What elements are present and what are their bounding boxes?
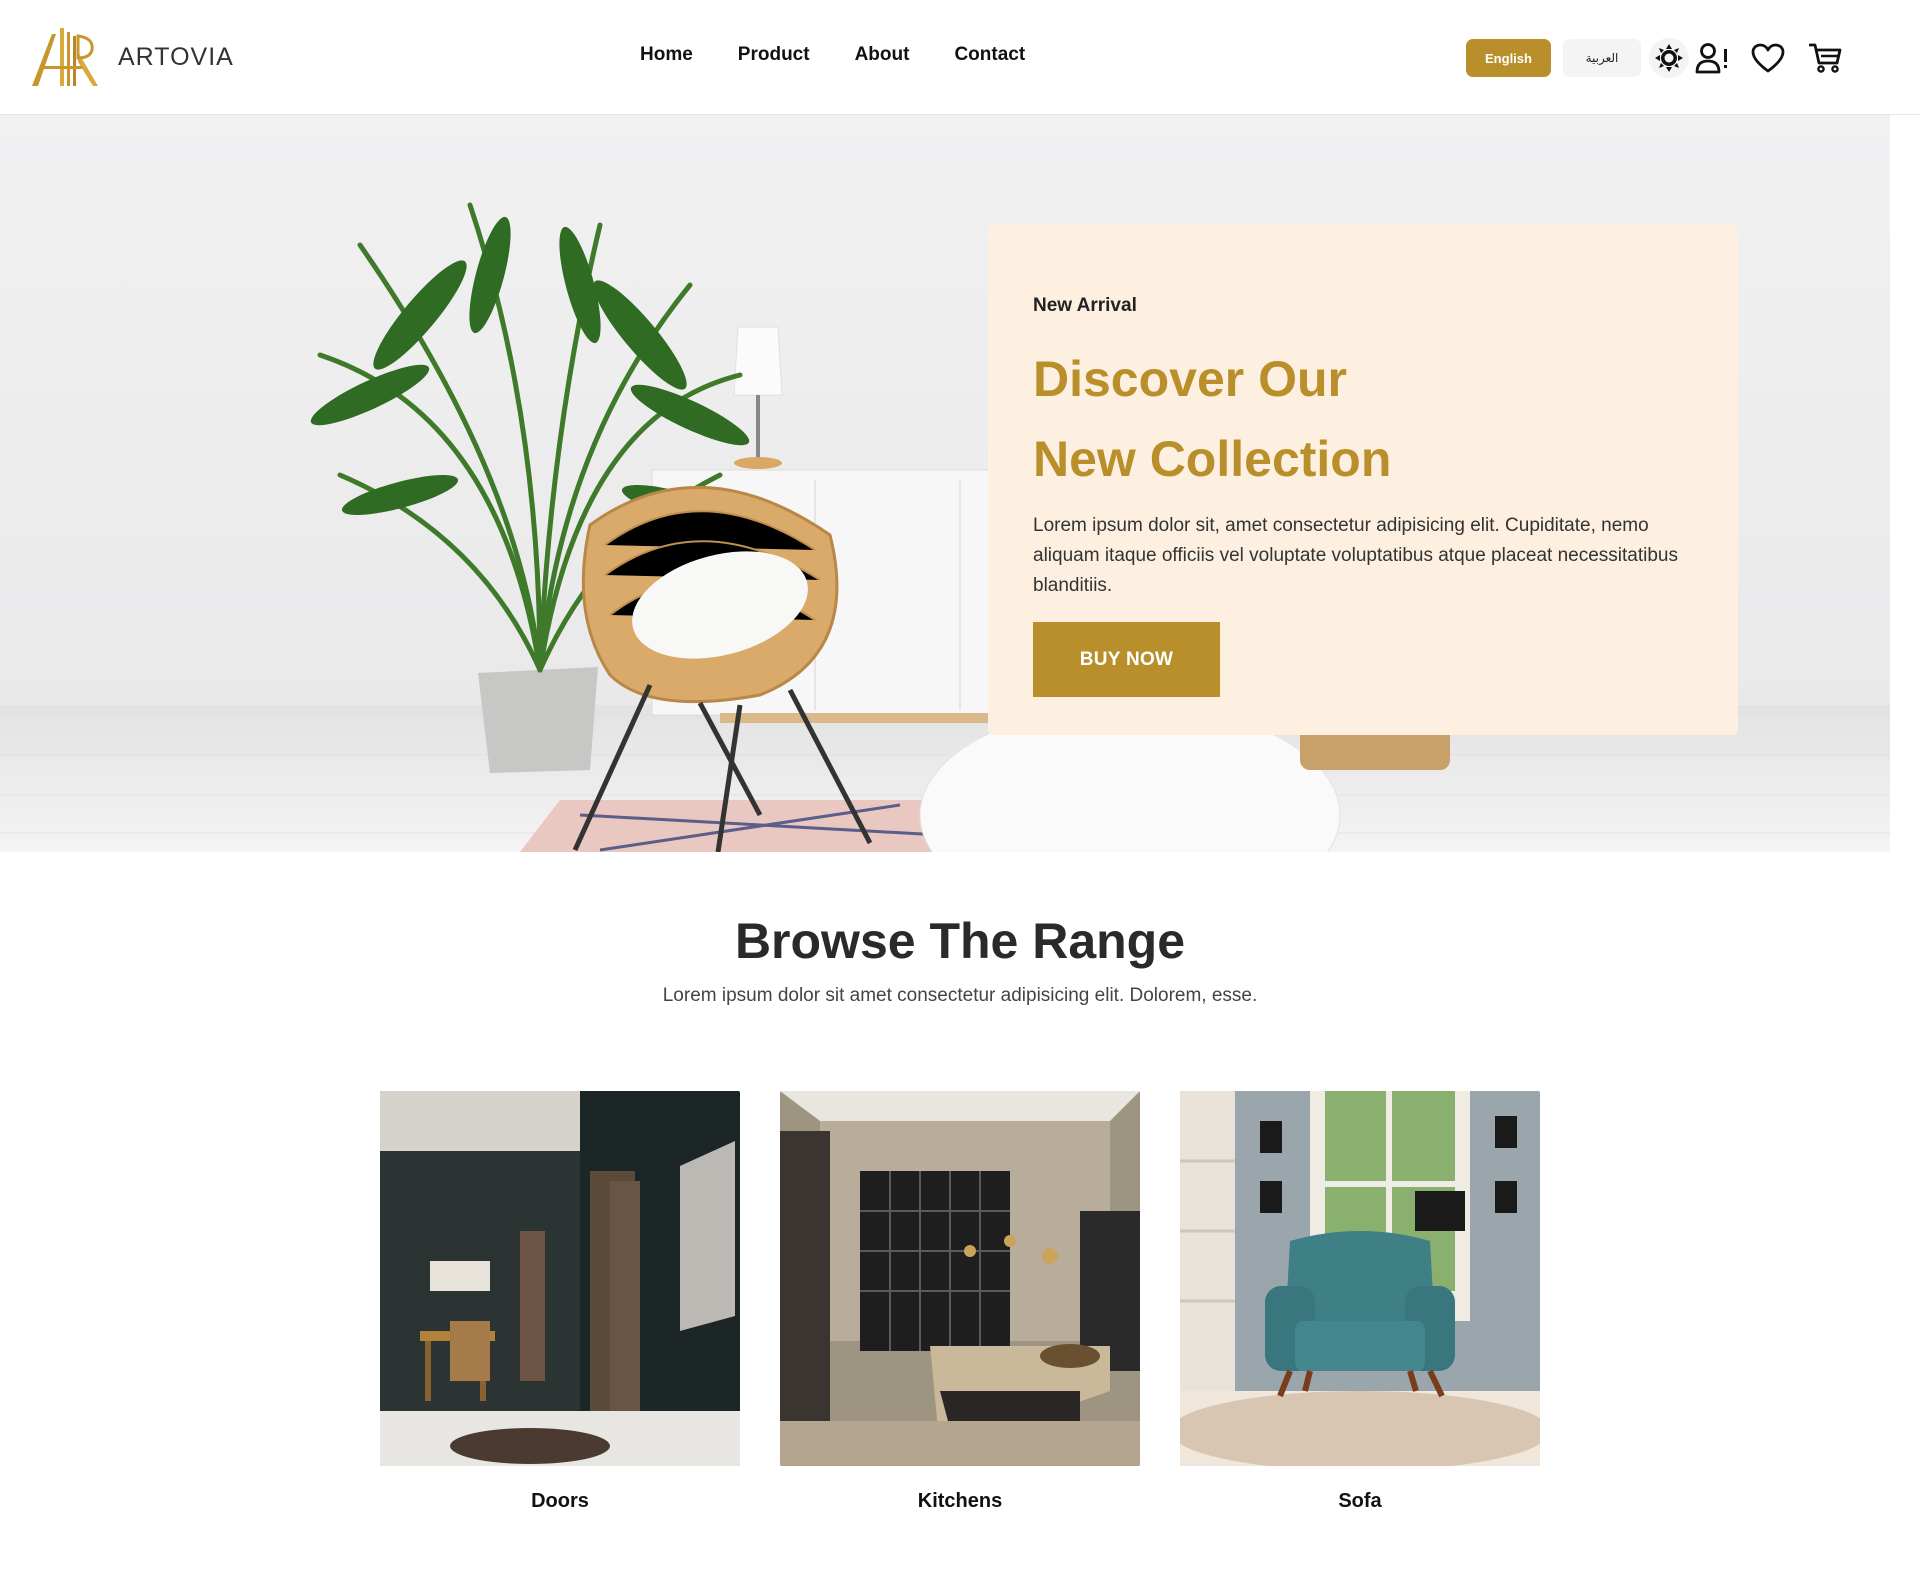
sofa-photo (1180, 1091, 1540, 1466)
hero-title-line2: New Collection (1033, 431, 1392, 487)
browse-subtitle: Lorem ipsum dolor sit amet consectetur a… (662, 985, 1258, 1006)
account-button[interactable] (1693, 38, 1733, 78)
doors-photo (380, 1091, 740, 1466)
cart-icon (1809, 43, 1842, 73)
hero-card: New Arrival Discover Our New Collection … (988, 225, 1738, 735)
main-nav: Home Product About Contact (640, 44, 1025, 66)
wishlist-button[interactable] (1748, 38, 1788, 78)
language-english-button[interactable]: English (1466, 39, 1551, 77)
range-label-doors: Doors (531, 1490, 589, 1512)
hero-banner: New Arrival Discover Our New Collection … (0, 115, 1890, 852)
nav-about[interactable]: About (855, 44, 910, 66)
cart-button[interactable] (1806, 38, 1846, 78)
sofa-image[interactable] (1180, 1091, 1540, 1466)
hero-title: Discover Our New Collection (1033, 339, 1693, 499)
hero-description: Lorem ipsum dolor sit, amet consectetur … (1033, 515, 1678, 596)
brand-logo[interactable]: ARTOVIA (30, 26, 234, 88)
nav-home[interactable]: Home (640, 44, 693, 66)
range-label-kitchens: Kitchens (917, 1490, 1003, 1512)
hero-kicker: New Arrival (1033, 295, 1137, 316)
user-alert-icon (1695, 43, 1727, 74)
sun-icon (1655, 44, 1683, 72)
language-arabic-button[interactable]: العربية (1563, 39, 1641, 77)
range-card-doors[interactable]: Doors (380, 1091, 740, 1513)
nav-contact[interactable]: Contact (954, 44, 1025, 66)
brand-name: ARTOVIA (118, 42, 234, 71)
heart-icon (1751, 43, 1785, 73)
header-actions: English العربية (1466, 38, 1846, 78)
range-label-sofa: Sofa (1338, 1490, 1382, 1512)
site-header: ARTOVIA Home Product About Contact Engli… (0, 0, 1920, 115)
hero-title-line1: Discover Our (1033, 351, 1348, 407)
kitchens-image[interactable] (780, 1091, 1140, 1466)
nav-product[interactable]: Product (738, 44, 810, 66)
logo-mark-icon (32, 28, 98, 86)
range-card-kitchens[interactable]: Kitchens (780, 1091, 1140, 1513)
doors-image[interactable] (380, 1091, 740, 1466)
theme-toggle-button[interactable] (1649, 38, 1689, 78)
buy-now-button[interactable]: BUY NOW (1033, 622, 1220, 697)
range-card-sofa[interactable]: Sofa (1180, 1091, 1540, 1513)
kitchens-photo (780, 1091, 1140, 1466)
browse-title: Browse The Range (734, 913, 1186, 969)
